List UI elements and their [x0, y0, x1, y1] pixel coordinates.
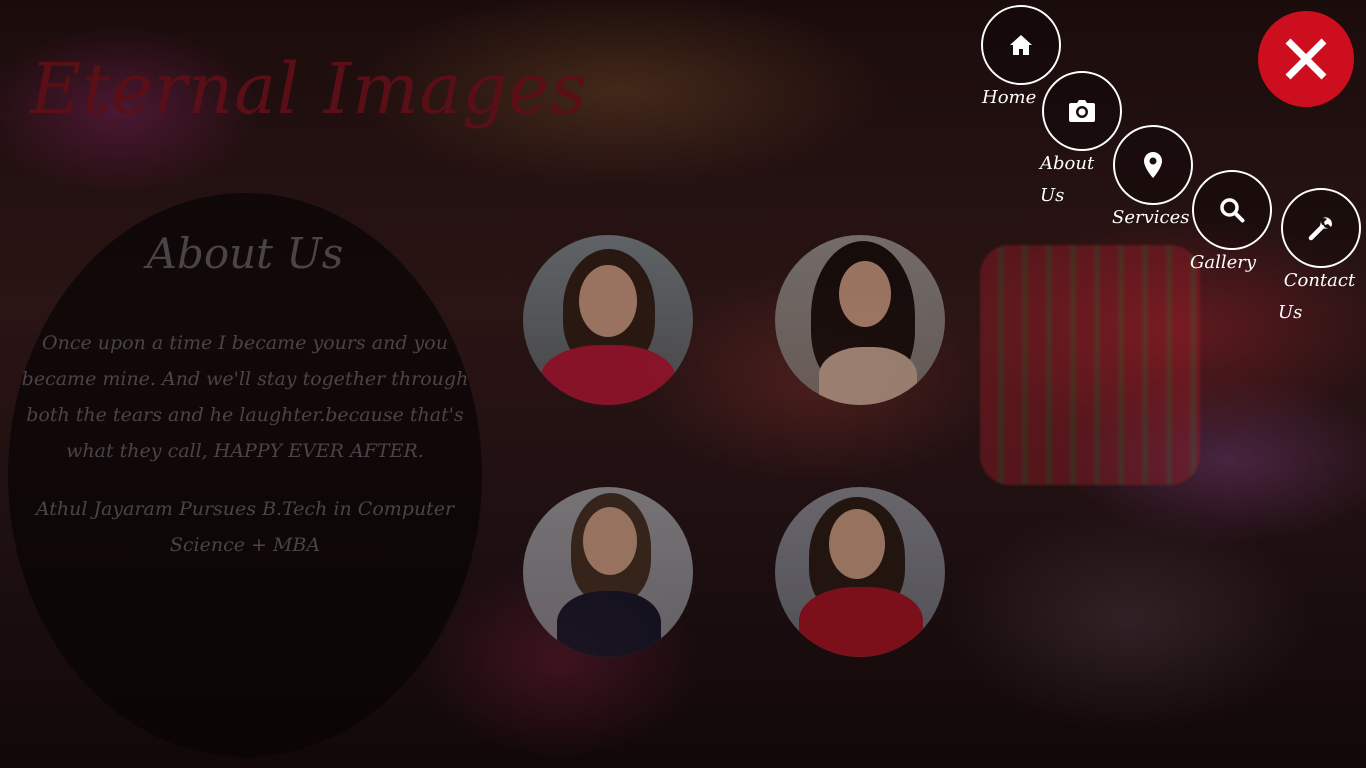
nav-label-services[interactable]: Services [1112, 202, 1189, 234]
photo-woman-pink-dress[interactable] [523, 235, 693, 405]
photo-woman-dark-hair[interactable] [775, 235, 945, 405]
nav-label-gallery[interactable]: Gallery [1190, 247, 1256, 279]
about-bio: Athul Jayaram Pursues B.Tech in Computer… [35, 498, 455, 556]
photo-woman-black-dress[interactable] [523, 487, 693, 657]
nav-button-contact[interactable] [1281, 188, 1361, 268]
about-paragraph: Once upon a time I became yours and you … [21, 332, 469, 462]
camera-icon [1069, 100, 1095, 122]
nav-label-about-line1: About [1040, 153, 1095, 174]
nav-label-about[interactable]: About Us [1040, 148, 1094, 212]
about-panel: About Us Once upon a time I became yours… [8, 193, 482, 757]
close-icon [1285, 38, 1327, 80]
wrench-icon [1308, 217, 1332, 241]
site-logo[interactable]: Eternal Images [30, 48, 588, 130]
close-menu-button[interactable] [1258, 11, 1354, 107]
background-bangles [980, 245, 1200, 485]
about-text: Once upon a time I became yours and you … [8, 325, 482, 585]
nav-label-about-line2: Us [1040, 185, 1065, 206]
home-icon [1010, 35, 1032, 55]
nav-button-about[interactable] [1042, 71, 1122, 151]
nav-button-services[interactable] [1113, 125, 1193, 205]
nav-button-home[interactable] [981, 5, 1061, 85]
nav-label-home[interactable]: Home [982, 82, 1036, 114]
search-icon [1220, 198, 1245, 223]
map-marker-icon [1144, 152, 1162, 178]
nav-label-contact-line2: Us [1278, 302, 1303, 323]
about-title: About Us [146, 229, 344, 278]
nav-button-gallery[interactable] [1192, 170, 1272, 250]
nav-label-contact[interactable]: Contact Us [1278, 265, 1355, 329]
photo-woman-red-saree[interactable] [775, 487, 945, 657]
nav-label-contact-line1: Contact [1278, 270, 1356, 291]
page-background: Eternal Images About Us Once upon a time… [0, 0, 1366, 768]
